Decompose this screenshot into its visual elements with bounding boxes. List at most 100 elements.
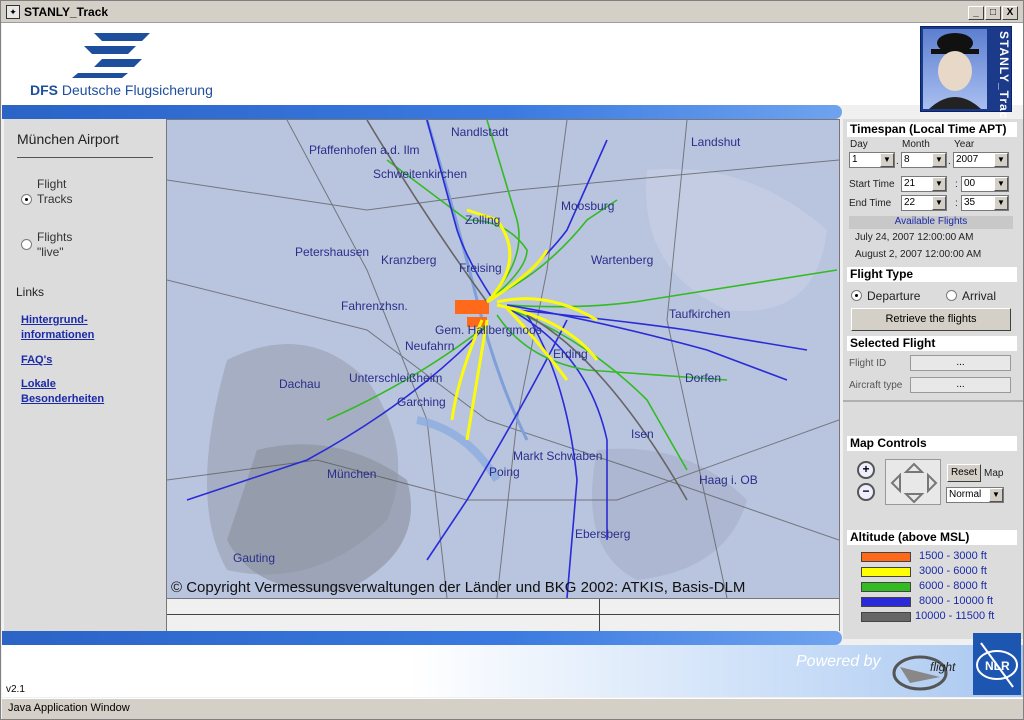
place-label: Neufahrn xyxy=(405,339,454,353)
place-label: Haag i. OB xyxy=(699,473,758,487)
retrieve-flights-button[interactable]: Retrieve the flights xyxy=(851,308,1011,331)
month-select[interactable]: 8 ▼ xyxy=(901,152,947,168)
aircraft-type-field[interactable]: ... xyxy=(910,377,1011,393)
day-label: Day xyxy=(850,139,868,150)
selected-flight-title: Selected Flight xyxy=(847,336,1017,351)
flights-live-label[interactable]: Flights "live" xyxy=(37,230,97,260)
place-label: Moosburg xyxy=(561,199,614,213)
place-label: Zolling xyxy=(465,213,500,227)
place-label: Dachau xyxy=(279,377,320,391)
flights-live-radio[interactable] xyxy=(21,239,32,250)
header-blue-band xyxy=(2,105,842,119)
pan-arrows-icon[interactable] xyxy=(886,460,942,506)
right-panel: Timespan (Local Time APT) Day Month Year… xyxy=(843,119,1023,639)
map-canvas[interactable]: Nandlstadt Landshut Pfaffenhofen a.d. Il… xyxy=(167,120,839,598)
start-time-label: Start Time xyxy=(849,179,895,190)
start-hour-select[interactable]: 21 ▼ xyxy=(901,176,947,192)
place-label: Ebersberg xyxy=(575,527,630,541)
chevron-down-icon[interactable]: ▼ xyxy=(989,488,1003,502)
dfs-wordmark: DFS Deutsche Flugsicherung xyxy=(30,82,213,98)
day-select[interactable]: 1 ▼ xyxy=(849,152,895,168)
place-label: Nandlstadt xyxy=(451,125,509,139)
map-label: Map xyxy=(984,468,1004,479)
place-label: Garching xyxy=(397,395,446,409)
chevron-down-icon[interactable]: ▼ xyxy=(880,153,894,167)
map-status-row xyxy=(167,599,839,615)
nlr-logo: NLR xyxy=(973,633,1021,695)
year-label: Year xyxy=(954,139,975,150)
zoom-in-icon[interactable]: + xyxy=(857,461,875,479)
place-label: Pfaffenhofen a.d. Ilm xyxy=(309,143,420,157)
place-label: Dorfen xyxy=(685,371,721,385)
title-bar[interactable]: ✦ STANLY_Track _ □ X xyxy=(1,1,1023,23)
map-view[interactable]: Nandlstadt Landshut Pfaffenhofen a.d. Il… xyxy=(166,119,840,599)
altitude-title: Altitude (above MSL) xyxy=(847,530,1017,545)
place-label: Landshut xyxy=(691,135,741,149)
maximize-button[interactable]: □ xyxy=(985,6,1001,20)
reset-map-button[interactable]: Reset xyxy=(947,464,981,482)
dfs-abbrev: DFS xyxy=(30,82,58,98)
zoom-out-icon[interactable]: − xyxy=(857,483,875,501)
flight-tracks-label[interactable]: Flight Tracks xyxy=(37,177,81,207)
java-app-icon[interactable]: ✦ xyxy=(6,5,20,19)
chevron-down-icon[interactable]: ▼ xyxy=(994,196,1008,210)
arrival-label[interactable]: Arrival xyxy=(962,289,996,303)
end-minute-select[interactable]: 35 ▼ xyxy=(961,195,1009,211)
legend-label: 3000 - 6000 ft xyxy=(919,565,987,577)
minimize-button[interactable]: _ xyxy=(968,6,984,20)
place-label: Gauting xyxy=(233,551,275,565)
link-faq[interactable]: FAQ's xyxy=(21,353,52,368)
dfs-logo-icon xyxy=(72,33,150,78)
legend-label: 8000 - 10000 ft xyxy=(919,595,994,607)
departure-label[interactable]: Departure xyxy=(867,289,920,303)
place-label: Freising xyxy=(459,261,502,275)
place-label: Gem. Hallbergmoos xyxy=(435,323,542,337)
place-label: Fahrenzhsn. xyxy=(341,299,408,313)
map-copyright: © Copyright Vermessungsverwaltungen der … xyxy=(171,579,745,596)
available-flight-item[interactable]: August 2, 2007 12:00:00 AM xyxy=(855,249,981,260)
badge-vertical-text: STANLY_Track xyxy=(997,31,1011,128)
powered-by-text: Powered by xyxy=(796,653,881,670)
legend-label: 10000 - 11500 ft xyxy=(915,610,995,622)
available-flight-item[interactable]: July 24, 2007 12:00:00 AM xyxy=(855,232,973,243)
legend-label: 6000 - 8000 ft xyxy=(919,580,987,592)
flight-tracks-radio[interactable] xyxy=(21,194,32,205)
chevron-down-icon[interactable]: ▼ xyxy=(994,177,1008,191)
place-label: Petershausen xyxy=(295,245,369,259)
timespan-title: Timespan (Local Time APT) xyxy=(847,122,1017,137)
pan-controls[interactable] xyxy=(885,459,941,505)
link-lokale-besonderheiten[interactable]: Lokale Besonderheiten xyxy=(21,377,121,407)
zoom-controls: + − xyxy=(855,459,881,505)
version-label: v2.1 xyxy=(6,684,25,695)
close-button[interactable]: X xyxy=(1002,6,1018,20)
year-select[interactable]: 2007 ▼ xyxy=(953,152,1009,168)
departure-radio[interactable] xyxy=(851,290,862,301)
chevron-down-icon[interactable]: ▼ xyxy=(994,153,1008,167)
date-separator: . xyxy=(896,156,899,167)
footer: Powered by flight xyxy=(2,645,1023,697)
dfs-full-name: Deutsche Flugsicherung xyxy=(61,82,213,98)
stanly-badge: STANLY_Track xyxy=(920,26,1012,128)
aircraft-type-label: Aircraft type xyxy=(849,380,903,391)
airport-title: München Airport xyxy=(17,131,119,147)
chevron-down-icon[interactable]: ▼ xyxy=(932,177,946,191)
end-hour-select[interactable]: 22 ▼ xyxy=(901,195,947,211)
airport-runway xyxy=(455,300,489,314)
place-label: Schweitenkirchen xyxy=(373,167,467,181)
start-minute-select[interactable]: 00 ▼ xyxy=(961,176,1009,192)
map-controls-title: Map Controls xyxy=(847,436,1017,451)
map-status-bar xyxy=(166,599,840,631)
divider xyxy=(843,400,1023,402)
place-label: Wartenberg xyxy=(591,253,653,267)
map-mode-select[interactable]: Normal ▼ xyxy=(946,487,1004,503)
time-separator: : xyxy=(955,179,958,190)
flight-id-field[interactable]: ... xyxy=(910,355,1011,371)
legend-swatch xyxy=(861,552,911,562)
chevron-down-icon[interactable]: ▼ xyxy=(932,153,946,167)
arrival-radio[interactable] xyxy=(946,290,957,301)
portrait-image xyxy=(923,29,987,109)
flight-logo-icon: flight xyxy=(892,655,956,691)
chevron-down-icon[interactable]: ▼ xyxy=(932,196,946,210)
link-hintergrund[interactable]: Hintergrund-informationen xyxy=(21,313,121,343)
legend-swatch xyxy=(861,582,911,592)
